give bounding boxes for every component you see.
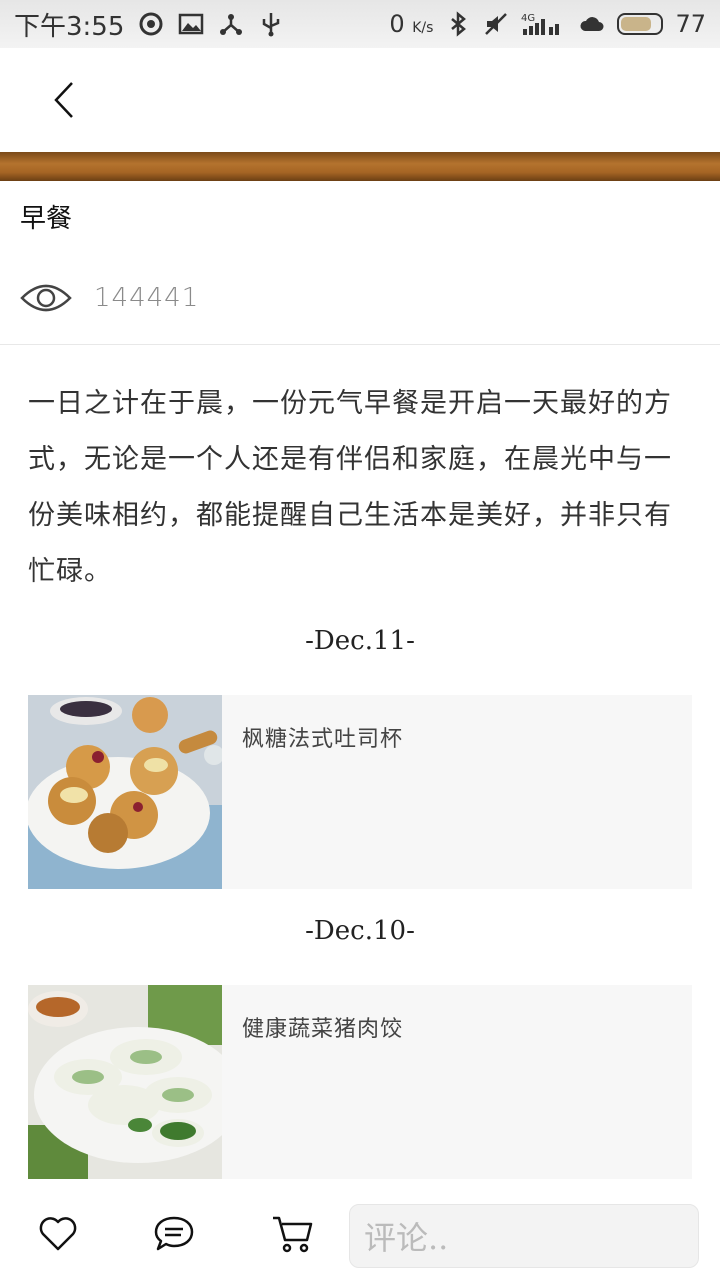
recipe-card[interactable]: 枫糖法式吐司杯 — [28, 695, 692, 889]
header — [0, 48, 720, 152]
back-button[interactable] — [34, 70, 94, 130]
like-button[interactable] — [36, 1212, 80, 1256]
battery-fill — [621, 17, 651, 31]
view-count: 144441 — [20, 280, 199, 316]
recipe-card[interactable]: 健康蔬菜猪肉饺 — [28, 985, 692, 1179]
entry-date: -Dec.11- — [305, 626, 415, 656]
netease-icon — [139, 12, 163, 36]
comment-placeholder: 评论.. — [364, 1219, 449, 1257]
cart-button[interactable] — [270, 1212, 314, 1256]
view-count-value: 144441 — [94, 283, 200, 313]
net-speed-unit: K/s — [412, 20, 434, 36]
recipe-title: 枫糖法式吐司杯 — [242, 727, 404, 752]
eye-icon — [20, 284, 72, 312]
dumplings-photo — [28, 985, 222, 1179]
svg-text:4G: 4G — [521, 13, 535, 24]
recipe-image — [28, 695, 222, 889]
status-bar: 下午3:55 0 K/s 4G 77 — [0, 0, 720, 48]
entry-date: -Dec.10- — [305, 916, 415, 946]
battery-icon — [617, 13, 664, 35]
divider — [0, 344, 720, 345]
battery-level: 77 — [675, 10, 706, 38]
recipe-image — [28, 985, 222, 1179]
bottom-bar: 评论.. — [0, 1188, 720, 1280]
gallery-icon — [179, 13, 204, 35]
cart-icon — [273, 1216, 313, 1253]
comments-button[interactable] — [152, 1212, 196, 1256]
intro-text: 一日之计在于晨，一份元气早餐是开启一天最好的方式，无论是一个人还是有伴侣和家庭，… — [28, 388, 672, 587]
bluetooth-icon — [451, 11, 467, 37]
usb-icon — [263, 13, 280, 37]
share-nodes-icon — [220, 14, 243, 35]
toast-cups-photo — [28, 695, 222, 889]
chevron-left-icon — [54, 82, 73, 118]
chat-bubble-icon — [154, 1216, 194, 1251]
status-time: 下午3:55 — [14, 11, 125, 42]
cloud-icon — [580, 17, 604, 31]
comment-input[interactable]: 评论.. — [349, 1204, 699, 1268]
mute-icon — [485, 13, 508, 35]
net-speed: 0 K/s — [389, 10, 434, 38]
heart-icon — [39, 1217, 77, 1251]
signal-4g-icon: 4G — [521, 13, 560, 35]
banner-image — [0, 152, 720, 181]
page-title: 早餐 — [20, 204, 73, 234]
recipe-title: 健康蔬菜猪肉饺 — [242, 1017, 404, 1042]
